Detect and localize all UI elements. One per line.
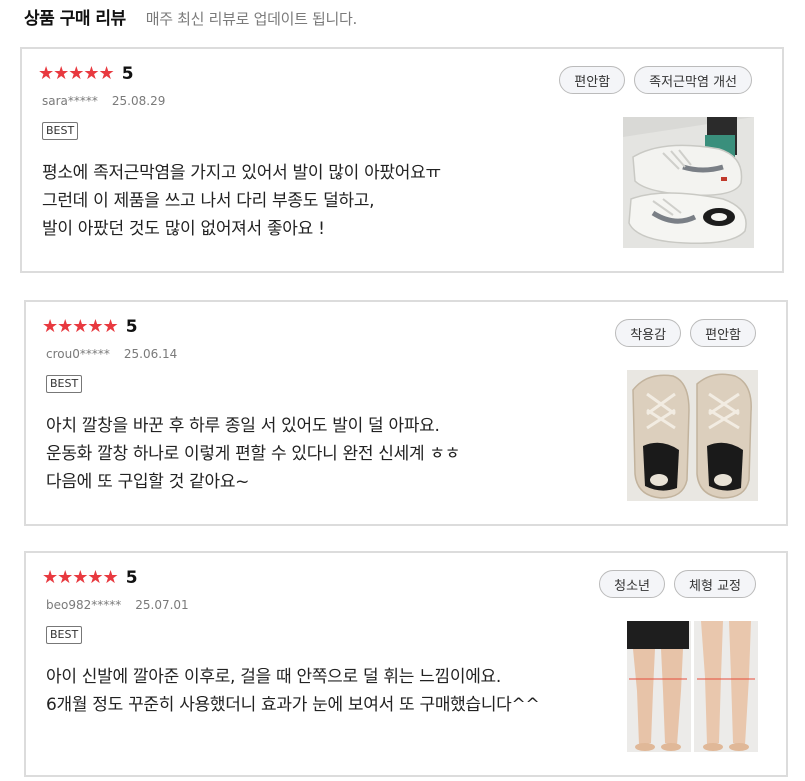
- best-badge: BEST: [46, 626, 83, 644]
- tag-chip[interactable]: 청소년: [599, 570, 666, 598]
- sneaker-photo-icon: [623, 117, 754, 248]
- review-meta: crou0***** 25.06.14: [46, 347, 177, 361]
- review-tags: 편안함 족저근막염 개선: [550, 66, 752, 94]
- review-line: 운동화 깔창 하나로 이렇게 편할 수 있다니 완전 신세계 ㅎㅎ: [46, 444, 461, 464]
- section-header: 상품 구매 리뷰 매주 최신 리뷰로 업데이트 됩니다.: [24, 4, 357, 32]
- review-card: ★★★★★ 5 beo982***** 25.07.01 BEST 아이 신발에…: [24, 551, 788, 777]
- review-line: 아이 신발에 깔아준 이후로, 걸을 때 안쪽으로 덜 휘는 느낌이에요.: [46, 667, 501, 687]
- reviewer-name: beo982*****: [46, 598, 122, 612]
- tag-chip[interactable]: 체형 교정: [674, 570, 756, 598]
- legs-photo-icon: [627, 621, 758, 752]
- best-badge: BEST: [42, 122, 79, 140]
- review-text: 아이 신발에 깔아준 이후로, 걸을 때 안쪽으로 덜 휘는 느낌이에요. 6개…: [46, 663, 540, 719]
- rating: ★★★★★ 5: [42, 316, 138, 337]
- review-line: 발이 아팠던 것도 많이 없어져서 좋아요 !: [42, 219, 325, 239]
- star-rating-icon: ★★★★★: [38, 63, 115, 84]
- tag-chip[interactable]: 착용감: [615, 319, 682, 347]
- rating-score: 5: [125, 316, 138, 337]
- shoe-photo-icon: [627, 370, 758, 501]
- best-badge: BEST: [46, 375, 83, 393]
- tag-chip[interactable]: 편안함: [690, 319, 756, 347]
- review-photo-sneakers[interactable]: [623, 117, 754, 248]
- review-line: 6개월 정도 꾸준히 사용했더니 효과가 눈에 보여서 또 구매했습니다^^: [46, 695, 540, 715]
- tag-chip[interactable]: 족저근막염 개선: [634, 66, 752, 94]
- review-tags: 착용감 편안함: [606, 319, 756, 347]
- review-meta: sara***** 25.08.29: [42, 94, 165, 108]
- review-text: 아치 깔창을 바꾼 후 하루 종일 서 있어도 발이 덜 아파요. 운동화 깔창…: [46, 412, 460, 496]
- rating: ★★★★★ 5: [38, 63, 134, 84]
- tag-chip[interactable]: 편안함: [559, 66, 626, 94]
- review-photo-beige-shoes[interactable]: [627, 370, 758, 501]
- review-card: ★★★★★ 5 crou0***** 25.06.14 BEST 아치 깔창을 …: [24, 300, 788, 526]
- rating-score: 5: [121, 63, 134, 84]
- review-line: 다음에 또 구입할 것 같아요~: [46, 472, 250, 492]
- review-photo-legs[interactable]: [627, 621, 758, 752]
- review-line: 평소에 족저근막염을 가지고 있어서 발이 많이 아팠어요ㅠ: [42, 163, 441, 183]
- star-rating-icon: ★★★★★: [42, 567, 119, 588]
- review-date: 25.08.29: [111, 94, 166, 108]
- page-title: 상품 구매 리뷰: [24, 9, 126, 29]
- review-date: 25.06.14: [123, 347, 178, 361]
- review-line: 아치 깔창을 바꾼 후 하루 종일 서 있어도 발이 덜 아파요.: [46, 416, 440, 436]
- review-text: 평소에 족저근막염을 가지고 있어서 발이 많이 아팠어요ㅠ 그런데 이 제품을…: [42, 159, 441, 243]
- page-subtitle: 매주 최신 리뷰로 업데이트 됩니다.: [145, 10, 358, 28]
- reviewer-name: sara*****: [42, 94, 98, 108]
- rating: ★★★★★ 5: [42, 567, 138, 588]
- review-card: ★★★★★ 5 sara***** 25.08.29 BEST 평소에 족저근막…: [20, 47, 784, 273]
- rating-score: 5: [125, 567, 138, 588]
- review-line: 그런데 이 제품을 쓰고 나서 다리 부종도 덜하고,: [42, 191, 375, 211]
- review-date: 25.07.01: [135, 598, 189, 612]
- review-tags: 청소년 체형 교정: [590, 570, 756, 598]
- star-rating-icon: ★★★★★: [42, 316, 119, 337]
- reviewer-name: crou0*****: [46, 347, 110, 361]
- review-meta: beo982***** 25.07.01: [46, 598, 189, 612]
